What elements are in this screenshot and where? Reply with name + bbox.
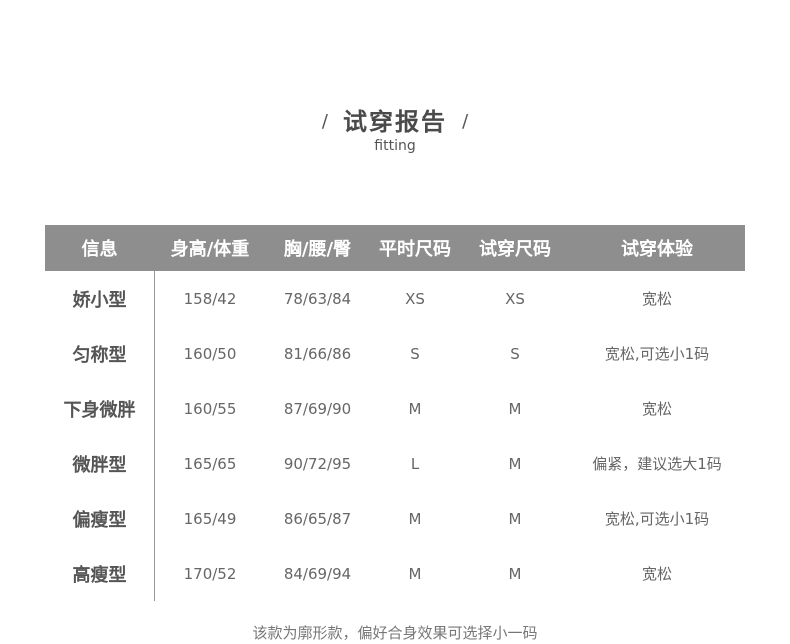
height-weight-cell: 170/52 xyxy=(183,564,237,583)
measurements-cell: 81/66/86 xyxy=(283,344,352,363)
table-row: 微胖型 165/65 90/72/95 L M 偏紧，建议选大1码 xyxy=(45,436,745,491)
report-title-row: / 试穿报告 / xyxy=(0,102,790,137)
body-type-cell: 偏瘦型 xyxy=(72,509,127,531)
height-weight-cell: 165/65 xyxy=(183,454,237,473)
trial-size-cell: S xyxy=(510,344,520,363)
experience-cell: 宽松 xyxy=(641,400,672,418)
column-divider xyxy=(154,271,155,601)
body-type-cell: 下身微胖 xyxy=(63,399,136,421)
table-header-row: 信息 身高/体重 胸/腰/臀 平时尺码 试穿尺码 试穿体验 xyxy=(45,225,745,271)
usual-size-cell: M xyxy=(408,564,422,583)
usual-size-cell: M xyxy=(408,399,422,418)
body-type-cell: 匀称型 xyxy=(72,344,127,366)
column-header-trial-size: 试穿尺码 xyxy=(479,239,551,260)
experience-cell: 宽松,可选小1码 xyxy=(604,510,710,528)
body-type-cell: 高瘦型 xyxy=(72,564,127,586)
usual-size-cell: L xyxy=(410,454,420,473)
trial-size-cell: M xyxy=(508,509,522,528)
measurements-cell: 78/63/84 xyxy=(283,289,352,308)
trial-size-cell: M xyxy=(508,454,522,473)
column-header-experience: 试穿体验 xyxy=(621,239,693,260)
usual-size-cell: XS xyxy=(405,289,425,308)
measurements-cell: 84/69/94 xyxy=(283,564,352,583)
table-body: 娇小型 158/42 78/63/84 XS XS 宽松 匀称型 160/50 … xyxy=(45,271,745,601)
height-weight-cell: 165/49 xyxy=(183,509,237,528)
table-row: 高瘦型 170/52 84/69/94 M M 宽松 xyxy=(45,546,745,601)
table-row: 下身微胖 160/55 87/69/90 M M 宽松 xyxy=(45,381,745,436)
measurements-cell: 87/69/90 xyxy=(283,399,352,418)
column-header-height-weight: 身高/体重 xyxy=(170,239,250,260)
experience-cell: 宽松 xyxy=(641,565,672,583)
body-type-cell: 微胖型 xyxy=(72,454,127,476)
table-row: 匀称型 160/50 81/66/86 S S 宽松,可选小1码 xyxy=(45,326,745,381)
experience-cell: 宽松,可选小1码 xyxy=(604,345,710,363)
height-weight-cell: 160/55 xyxy=(183,399,237,418)
table-row: 娇小型 158/42 78/63/84 XS XS 宽松 xyxy=(45,271,745,326)
size-note: 该款为廓形款，偏好合身效果可选择小一码 xyxy=(252,624,538,642)
column-header-bust-waist-hip: 胸/腰/臀 xyxy=(283,239,352,260)
page-subtitle: fitting xyxy=(374,138,416,154)
page-title: 试穿报告 xyxy=(343,108,447,136)
title-slash-right: / xyxy=(462,111,469,132)
column-header-usual-size: 平时尺码 xyxy=(379,239,451,260)
measurements-cell: 90/72/95 xyxy=(283,454,352,473)
usual-size-cell: S xyxy=(410,344,420,363)
measurements-cell: 86/65/87 xyxy=(283,509,352,528)
usual-size-cell: M xyxy=(408,509,422,528)
title-slash-left: / xyxy=(321,111,328,132)
fitting-table: 信息 身高/体重 胸/腰/臀 平时尺码 试穿尺码 试穿体验 娇小型 158/42… xyxy=(45,225,745,601)
experience-cell: 宽松 xyxy=(641,290,672,308)
height-weight-cell: 160/50 xyxy=(183,344,237,363)
trial-size-cell: M xyxy=(508,399,522,418)
column-header-info: 信息 xyxy=(81,239,118,260)
body-type-cell: 娇小型 xyxy=(72,289,127,311)
trial-size-cell: M xyxy=(508,564,522,583)
trial-size-cell: XS xyxy=(505,289,525,308)
experience-cell: 偏紧，建议选大1码 xyxy=(592,455,722,473)
table-row: 偏瘦型 165/49 86/65/87 M M 宽松,可选小1码 xyxy=(45,491,745,546)
height-weight-cell: 158/42 xyxy=(183,289,237,308)
